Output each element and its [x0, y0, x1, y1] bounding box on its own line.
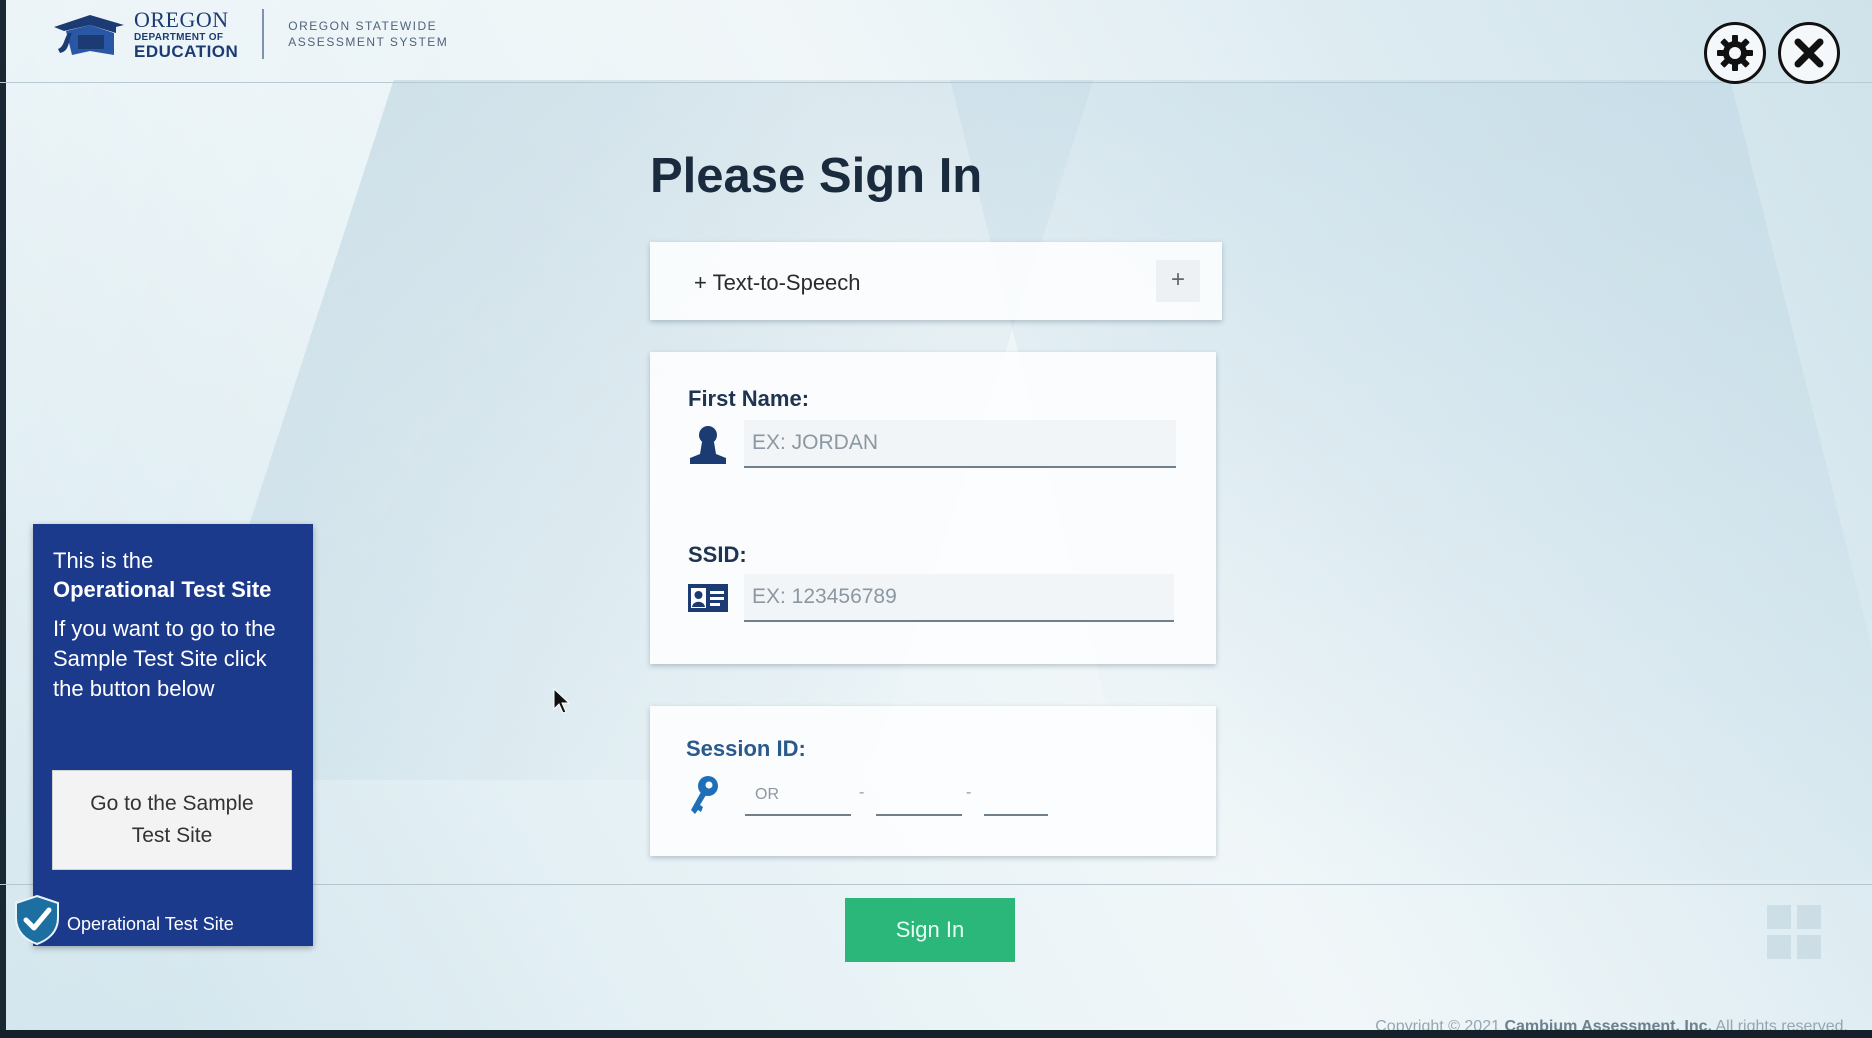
text-to-speech-panel[interactable]: + Text-to-Speech + — [650, 242, 1222, 320]
system-name-line1: OREGON STATEWIDE — [288, 19, 438, 33]
logo-divider — [262, 9, 265, 59]
logo-department-text: DEPARTMENT OF — [134, 31, 224, 43]
logo-education-text: EDUCATION — [134, 41, 239, 61]
close-icon — [1794, 38, 1824, 68]
session-id-part3-input[interactable] — [984, 776, 1048, 816]
gear-icon — [1717, 35, 1753, 71]
sign-in-screen: OREGON DEPARTMENT OF EDUCATION OREGON ST… — [0, 0, 1872, 1038]
session-id-prefix-input[interactable]: OR — [745, 776, 851, 816]
page-title: Please Sign In — [650, 149, 983, 203]
header-bar: OREGON DEPARTMENT OF EDUCATION OREGON ST… — [0, 0, 1872, 84]
session-id-separator: - — [966, 784, 972, 801]
graduation-cap-icon — [54, 15, 124, 55]
person-icon — [690, 426, 726, 464]
go-to-sample-site-button[interactable]: Go to the Sample Test Site — [52, 770, 292, 870]
ssid-placeholder: EX: 123456789 — [752, 585, 897, 608]
monitor-bezel — [0, 1030, 1872, 1038]
first-name-input[interactable]: EX: JORDAN — [744, 420, 1176, 468]
student-identity-panel: First Name: EX: JORDAN SSID: EX: 1234567… — [650, 352, 1216, 664]
ssid-input[interactable]: EX: 123456789 — [744, 574, 1174, 622]
first-name-placeholder: EX: JORDAN — [752, 431, 879, 454]
session-id-separator: - — [859, 784, 865, 801]
system-name-line2: ASSESSMENT SYSTEM — [288, 35, 449, 49]
notice-intro-text: This is the — [53, 548, 154, 573]
sign-in-button[interactable]: Sign In — [845, 898, 1015, 962]
close-button[interactable] — [1778, 22, 1840, 84]
shield-check-icon — [15, 894, 59, 946]
key-icon — [691, 776, 718, 814]
session-id-prefix-value: OR — [755, 786, 779, 803]
ssid-label: SSID: — [688, 542, 747, 567]
monitor-bezel — [0, 0, 6, 1038]
session-id-panel: Session ID: OR - - — [650, 706, 1216, 856]
operational-site-label: Operational Test Site — [67, 914, 234, 934]
notice-instructions: If you want to go to the Sample Test Sit… — [53, 616, 276, 701]
settings-button[interactable] — [1704, 22, 1766, 84]
logo-oregon-text: OREGON — [134, 6, 229, 32]
grid-icon — [1767, 905, 1821, 959]
id-card-icon — [688, 584, 728, 612]
session-id-label: Session ID: — [686, 736, 806, 761]
notice-site-name: Operational Test Site — [53, 577, 272, 602]
mouse-cursor-icon — [553, 688, 571, 714]
session-id-part2-input[interactable] — [876, 776, 962, 816]
expand-tts-button[interactable]: + — [1156, 260, 1200, 302]
first-name-label: First Name: — [688, 386, 810, 411]
oregon-education-logo: OREGON DEPARTMENT OF EDUCATION OREGON ST… — [50, 6, 448, 62]
assessment-system-name: OREGON STATEWIDE ASSESSMENT SYSTEM — [288, 18, 448, 50]
text-to-speech-label[interactable]: + Text-to-Speech — [694, 270, 861, 296]
operational-site-notice: This is the Operational Test Site If you… — [33, 524, 313, 946]
